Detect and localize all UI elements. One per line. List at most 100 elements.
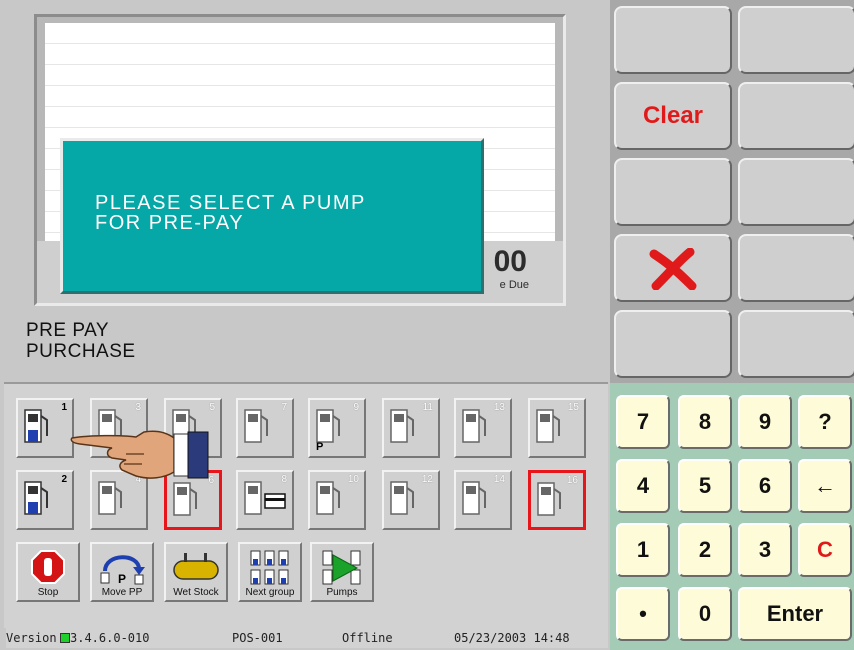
pump-button-9[interactable]: 9 P [308,398,366,458]
backspace-key[interactable]: ← [798,459,852,513]
key-7[interactable]: 7 [616,395,670,449]
function-key-1[interactable] [614,6,732,74]
fuel-pump-icon [173,482,197,516]
date-time: 05/23/2003 14:48 [454,631,570,645]
key-0[interactable]: 0 [678,587,732,641]
fuel-pump-icon [462,481,486,515]
next-group-button[interactable]: Next group [238,542,302,602]
status-indicator-icon [60,633,70,643]
pump-button-2[interactable]: 2 [16,470,74,530]
fuel-pump-icon [316,481,340,515]
fuel-pump-icon [244,409,268,443]
decimal-key[interactable]: • [616,587,670,641]
function-key-9[interactable] [614,310,732,378]
pump-button-16[interactable]: 16 [528,470,586,530]
wet-stock-button[interactable]: Wet Stock [164,542,228,602]
enter-key[interactable]: Enter [738,587,852,641]
pump-button-10[interactable]: 10 [308,470,366,530]
pump-button-14[interactable]: 14 [454,470,512,530]
fuel-pump-icon [24,481,48,515]
key-5[interactable]: 5 [678,459,732,513]
status-bar: Version 3.4.6.0-010 POS-001 Offline 05/2… [6,628,608,648]
stop-label: Stop [37,587,59,598]
key-3[interactable]: 3 [738,523,792,577]
pump-number: 10 [347,474,359,485]
fuel-pump-icon [98,481,122,515]
cancel-x-icon [649,248,697,290]
pumps-button[interactable]: Pumps [310,542,374,602]
transaction-type-label: PRE PAY PURCHASE [26,320,136,362]
function-key-5[interactable] [614,158,732,226]
pump-button-1[interactable]: 1 [16,398,74,458]
function-key-6[interactable] [738,158,854,226]
fuel-pump-icon [390,409,414,443]
pumps-play-icon [322,550,361,585]
svg-text:P: P [118,572,126,585]
fuel-pump-icon [537,482,561,516]
function-key-10[interactable] [738,310,854,378]
pump-number: 8 [281,474,287,485]
pump-button-15[interactable]: 15 [528,398,586,458]
prompt-dialog: PLEASE SELECT A PUMP FOR PRE-PAY [60,138,484,294]
clear-label: Clear [642,102,704,129]
fuel-pump-card-icon [244,481,286,515]
pump-number: 16 [566,475,578,486]
terminal-id: POS-001 [232,631,283,645]
fuel-pump-icon [462,409,486,443]
function-key-2[interactable] [738,6,854,74]
key-9[interactable]: 9 [738,395,792,449]
pump-number: 9 [353,402,359,413]
function-key-8[interactable] [738,234,854,302]
key-8[interactable]: 8 [678,395,732,449]
fuel-pump-icon [390,481,414,515]
fuel-pump-icon [24,409,48,443]
main-area: 00 e Due PLEASE SELECT A PUMP FOR PRE-PA… [0,0,610,650]
pump-number: 5 [209,402,215,413]
wet-stock-label: Wet Stock [173,587,219,598]
pump-number: 2 [61,474,67,485]
pump-number: 11 [422,402,433,413]
next-group-label: Next group [245,587,295,598]
pump-number: 1 [61,402,67,413]
pumps-label: Pumps [326,587,358,598]
pump-number: 14 [493,474,505,485]
pump-button-13[interactable]: 13 [454,398,512,458]
key-6[interactable]: 6 [738,459,792,513]
cancel-button[interactable] [614,234,732,302]
key-4[interactable]: 4 [616,459,670,513]
right-panel: Clear 7 8 9 ? 4 5 6 ← 1 2 3 C • 0 Enter [610,0,854,650]
pump-button-11[interactable]: 11 [382,398,440,458]
clear-button[interactable]: Clear [614,82,732,150]
move-pp-label: Move PP [101,587,143,598]
key-2[interactable]: 2 [678,523,732,577]
key-1[interactable]: 1 [616,523,670,577]
stop-sign-icon [31,550,65,584]
pump-button-8[interactable]: 8 [236,470,294,530]
version-number: 3.4.6.0-010 [70,631,150,645]
pump-panel: 1 3 5 7 9 P 11 13 15 2 4 6 8 10 12 14 16… [4,382,608,628]
pump-number: 12 [421,474,433,485]
numeric-keypad: 7 8 9 ? 4 5 6 ← 1 2 3 C • 0 Enter [610,383,854,650]
pump-button-12[interactable]: 12 [382,470,440,530]
move-prepay-icon: P [100,555,145,585]
prompt-message: PLEASE SELECT A PUMP FOR PRE-PAY [95,192,366,234]
stop-button[interactable]: Stop [16,542,80,602]
pump-number: 15 [567,402,579,413]
function-key-4[interactable] [738,82,854,150]
pump-group-icon [250,550,289,585]
total-due-amount: 00 [493,245,527,278]
prepay-mark: P [316,441,324,453]
fuel-tank-icon [173,553,219,580]
pump-number: 7 [281,402,287,413]
pump-number: 3 [135,402,141,413]
clear-entry-key[interactable]: C [798,523,852,577]
fuel-pump-icon [536,409,560,443]
help-key[interactable]: ? [798,395,852,449]
pointing-hand-icon [70,430,209,479]
move-pp-button[interactable]: P Move PP [90,542,154,602]
pump-button-7[interactable]: 7 [236,398,294,458]
pump-number: 13 [493,402,505,413]
function-key-area: Clear [610,0,854,383]
total-due-label: e Due [499,279,529,291]
connection-status: Offline [342,631,393,645]
